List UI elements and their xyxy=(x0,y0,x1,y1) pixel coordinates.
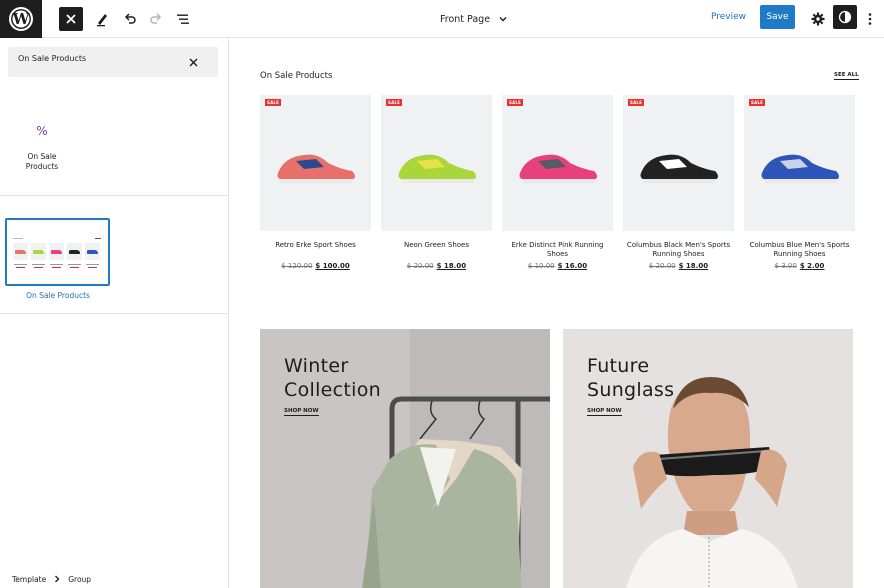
shop-now-link[interactable]: SHOP NOW xyxy=(587,408,622,416)
document-title-dropdown[interactable]: Front Page xyxy=(440,10,508,28)
editor-header: W Front Page Preview Save xyxy=(0,0,884,38)
sale-price: $ 18.00 xyxy=(678,262,709,270)
redo-icon xyxy=(150,13,162,24)
see-all-link[interactable]: SEE ALL xyxy=(834,72,859,80)
product-price: $ 20.00 $ 18.00 xyxy=(623,262,734,270)
shoe-image xyxy=(398,154,476,183)
settings-button[interactable] xyxy=(806,7,830,31)
search-box xyxy=(8,47,218,77)
shoe-image xyxy=(640,154,718,183)
banner-title-line: Sunglass xyxy=(587,379,675,401)
winter-collection-banner[interactable]: Winter Collection SHOP NOW xyxy=(260,329,550,588)
pencil-icon xyxy=(97,14,107,27)
product-name[interactable]: Retro Erke Sport Shoes xyxy=(260,241,371,259)
sale-badge: SALE xyxy=(265,99,282,106)
product-card[interactable]: SALE Retro Erke Sport Shoes $ 120.00 $ 10… xyxy=(260,95,371,270)
sale-price: $ 2.00 xyxy=(799,262,825,270)
contrast-icon xyxy=(838,10,852,24)
block-label: On Sale Products xyxy=(25,152,59,171)
product-card[interactable]: SALE Neon Green Shoes $ 20.00 $ 18.00 xyxy=(381,95,492,270)
product-grid: SALE Retro Erke Sport Shoes $ 120.00 $ 10… xyxy=(260,95,855,270)
product-image[interactable]: SALE xyxy=(744,95,855,231)
product-name[interactable]: Columbus Blue Men's Sports Running Shoes xyxy=(744,241,855,259)
pattern-label[interactable]: On Sale Products xyxy=(0,291,116,300)
product-image[interactable]: SALE xyxy=(381,95,492,231)
edit-tools-button[interactable] xyxy=(90,7,114,31)
product-card[interactable]: SALE Columbus Black Men's Sports Running… xyxy=(623,95,734,270)
list-view-icon xyxy=(177,14,189,24)
pattern-preview-on-sale-products[interactable] xyxy=(5,218,110,286)
sale-price: $ 100.00 xyxy=(315,262,350,270)
sale-price: $ 18.00 xyxy=(436,262,467,270)
product-price: $ 3.00 $ 2.00 xyxy=(744,262,855,270)
breadcrumb: Template Group xyxy=(0,570,229,588)
sale-badge: SALE xyxy=(628,99,645,106)
future-sunglass-banner[interactable]: Future Sunglass SHOP NOW xyxy=(563,329,853,588)
sale-badge: SALE xyxy=(507,99,524,106)
wordpress-logo-icon[interactable]: W xyxy=(0,0,42,38)
options-button[interactable] xyxy=(858,7,882,31)
banner-title: Future Sunglass xyxy=(587,354,674,402)
undo-button[interactable] xyxy=(118,7,142,31)
preview-button[interactable]: Preview xyxy=(711,12,746,22)
banner-title-line: Collection xyxy=(284,379,381,401)
shoe-image xyxy=(761,154,839,183)
shoe-image xyxy=(277,154,355,183)
product-price: $ 20.00 $ 18.00 xyxy=(381,262,492,270)
block-search-input[interactable] xyxy=(18,54,178,63)
product-image[interactable]: SALE xyxy=(260,95,371,231)
breadcrumb-item-group[interactable]: Group xyxy=(68,575,91,584)
save-button[interactable]: Save xyxy=(760,5,795,29)
product-name[interactable]: Erke Distinct Pink Running Shoes xyxy=(502,241,613,259)
block-inserter-panel: % On Sale Products On Sale Products xyxy=(0,38,229,588)
block-on-sale-products[interactable]: % On Sale Products xyxy=(14,124,70,172)
product-card[interactable]: SALE Columbus Blue Men's Sports Running … xyxy=(744,95,855,270)
sale-badge: SALE xyxy=(386,99,403,106)
product-image[interactable]: SALE xyxy=(623,95,734,231)
shoe-image xyxy=(519,154,597,183)
product-card[interactable]: SALE Erke Distinct Pink Running Shoes $ … xyxy=(502,95,613,270)
banner-title-line: Future xyxy=(587,355,650,377)
product-price: $ 120.00 $ 100.00 xyxy=(260,262,371,270)
undo-icon xyxy=(124,13,136,24)
document-overview-button[interactable] xyxy=(171,7,195,31)
product-name[interactable]: Neon Green Shoes xyxy=(381,241,492,259)
more-vertical-icon xyxy=(868,13,872,25)
sale-badge: SALE xyxy=(749,99,766,106)
shop-now-link[interactable]: SHOP NOW xyxy=(284,408,319,416)
banner-title-line: Winter xyxy=(284,355,349,377)
divider xyxy=(0,313,228,314)
old-price: $ 120.00 xyxy=(281,262,313,270)
percent-icon: % xyxy=(36,124,48,138)
divider xyxy=(0,195,228,196)
product-name[interactable]: Columbus Black Men's Sports Running Shoe… xyxy=(623,241,734,259)
old-price: $ 10.00 xyxy=(527,262,555,270)
banner-title: Winter Collection xyxy=(284,354,381,402)
chevron-right-icon xyxy=(55,575,60,583)
close-icon xyxy=(66,14,76,24)
close-icon xyxy=(189,58,197,66)
old-price: $ 20.00 xyxy=(406,262,434,270)
old-price: $ 20.00 xyxy=(648,262,676,270)
old-price: $ 3.00 xyxy=(774,262,797,270)
editor-canvas: On Sale Products SEE ALL SALE Retro Erke… xyxy=(230,38,884,588)
sale-price: $ 16.00 xyxy=(557,262,588,270)
section-title: On Sale Products xyxy=(260,71,333,81)
close-inserter-button[interactable] xyxy=(59,7,83,31)
chevron-down-icon xyxy=(499,17,507,22)
document-title: Front Page xyxy=(440,13,491,25)
styles-button[interactable] xyxy=(833,5,857,29)
clear-search-button[interactable] xyxy=(186,55,200,69)
redo-button[interactable] xyxy=(144,7,168,31)
gear-icon xyxy=(811,12,825,26)
product-price: $ 10.00 $ 16.00 xyxy=(502,262,613,270)
breadcrumb-item-template[interactable]: Template xyxy=(12,575,46,584)
product-image[interactable]: SALE xyxy=(502,95,613,231)
